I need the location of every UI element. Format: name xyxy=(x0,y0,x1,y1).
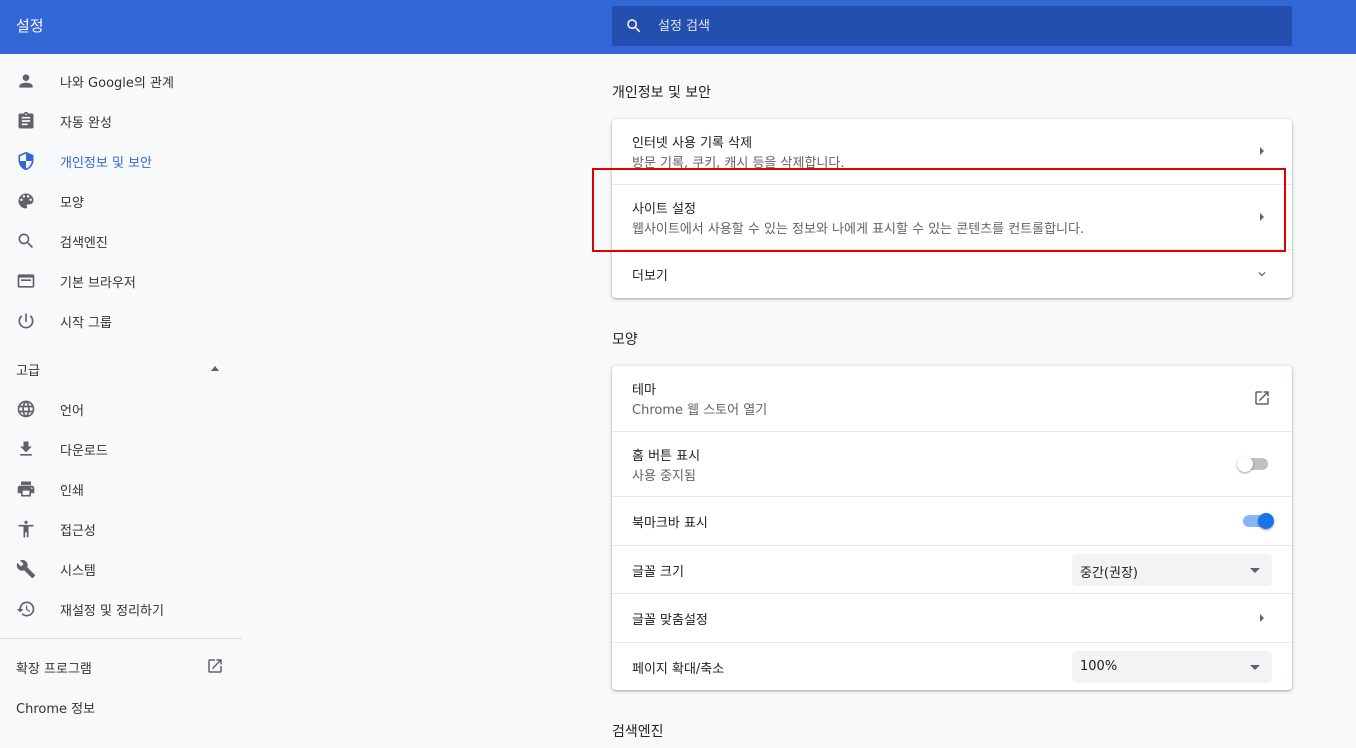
sidebar-item-label: 나와 Google의 관계 xyxy=(60,76,174,91)
open-in-new-icon[interactable] xyxy=(1253,389,1271,407)
row-subtitle: Chrome 웹 스토어 열기 xyxy=(632,403,768,418)
search-icon xyxy=(627,19,641,33)
sidebar-item-languages[interactable]: 언어 xyxy=(0,389,242,429)
font-size-select[interactable]: 중간(권장) xyxy=(1072,554,1272,586)
sidebar-item-search-engine[interactable]: 검색엔진 xyxy=(0,221,242,261)
sidebar-item-label: 시작 그룹 xyxy=(60,316,112,331)
dropdown-arrow-icon xyxy=(1250,568,1260,573)
advanced-label: 고급 xyxy=(16,364,40,379)
bookmarks-bar-row: 북마크바 표시 xyxy=(612,496,1292,545)
toggle-knob xyxy=(1237,456,1253,472)
sidebar-item-privacy[interactable]: 개인정보 및 보안 xyxy=(0,141,242,181)
bookmarks-bar-toggle[interactable] xyxy=(1240,511,1274,531)
sidebar-item-you-and-google[interactable]: 나와 Google의 관계 xyxy=(0,61,242,101)
arrow-right-icon xyxy=(1260,147,1264,155)
caret-up-icon xyxy=(211,366,219,371)
sidebar-item-label: 시스템 xyxy=(60,564,96,579)
row-title: 페이지 확대/축소 xyxy=(632,662,725,677)
sidebar-item-accessibility[interactable]: 접근성 xyxy=(0,509,242,549)
toggle-knob xyxy=(1258,513,1274,529)
section-title-privacy: 개인정보 및 보안 xyxy=(612,85,712,101)
site-settings-row[interactable]: 사이트 설정 웹사이트에서 사용할 수 있는 정보와 나에게 표시할 수 있는 … xyxy=(612,184,1292,249)
about-chrome-link[interactable]: Chrome 정보 xyxy=(16,698,95,717)
sidebar-item-label: 개인정보 및 보안 xyxy=(60,156,152,171)
chevron-down-icon xyxy=(1258,272,1266,277)
sidebar-item-label: 모양 xyxy=(60,196,84,211)
sidebar-item-label: 재설정 및 정리하기 xyxy=(60,604,164,619)
advanced-toggle[interactable]: 고급 xyxy=(0,348,242,388)
arrow-right-icon xyxy=(1260,614,1264,622)
row-title: 북마크바 표시 xyxy=(632,516,708,531)
accessibility-icon xyxy=(18,520,34,538)
sidebar-item-on-startup[interactable]: 시작 그룹 xyxy=(0,301,242,341)
row-title: 더보기 xyxy=(632,269,668,284)
restore-icon xyxy=(16,601,35,617)
palette-icon xyxy=(18,193,34,209)
open-in-new-icon xyxy=(208,659,222,673)
sidebar-item-downloads[interactable]: 다운로드 xyxy=(0,429,242,469)
row-title: 글꼴 맞춤설정 xyxy=(632,613,708,628)
row-title: 인터넷 사용 기록 삭제 xyxy=(632,136,753,151)
sidebar: 나와 Google의 관계 자동 완성 개인정보 및 보안 모양 검색엔진 기본… xyxy=(0,54,242,748)
row-subtitle: 웹사이트에서 사용할 수 있는 정보와 나에게 표시할 수 있는 콘텐츠를 컨트… xyxy=(632,222,1085,237)
sidebar-item-label: 접근성 xyxy=(60,524,96,539)
shield-icon xyxy=(18,151,34,171)
arrow-right-icon xyxy=(1260,213,1264,221)
home-button-toggle[interactable] xyxy=(1237,454,1271,474)
printer-icon xyxy=(17,481,35,497)
row-title: 사이트 설정 xyxy=(632,202,696,217)
sidebar-item-autofill[interactable]: 자동 완성 xyxy=(0,101,242,141)
sidebar-item-label: 다운로드 xyxy=(60,444,108,459)
select-value: 중간(권장) xyxy=(1080,566,1138,581)
page-zoom-select[interactable]: 100% xyxy=(1072,651,1272,683)
page-zoom-row: 페이지 확대/축소 100% xyxy=(612,642,1292,690)
sidebar-item-label: 인쇄 xyxy=(60,484,84,499)
customize-fonts-row[interactable]: 글꼴 맞춤설정 xyxy=(612,593,1292,642)
sidebar-divider xyxy=(0,638,242,639)
appearance-card: 테마 Chrome 웹 스토어 열기 홈 버튼 표시 사용 중지됨 북마크바 표… xyxy=(612,366,1292,690)
sidebar-item-label: 기본 브라우저 xyxy=(60,276,136,291)
row-subtitle: 사용 중지됨 xyxy=(632,469,696,484)
row-subtitle: 방문 기록, 쿠키, 캐시 등을 삭제합니다. xyxy=(632,156,845,171)
browser-window-icon xyxy=(17,274,35,288)
clipboard-icon xyxy=(18,111,34,129)
search-icon xyxy=(18,233,34,249)
row-title: 글꼴 크기 xyxy=(632,565,684,580)
dropdown-arrow-icon xyxy=(1250,665,1260,670)
font-size-row: 글꼴 크기 중간(권장) xyxy=(612,545,1292,593)
row-title: 홈 버튼 표시 xyxy=(632,449,701,464)
clear-browsing-data-row[interactable]: 인터넷 사용 기록 삭제 방문 기록, 쿠키, 캐시 등을 삭제합니다. xyxy=(612,119,1292,184)
home-button-row: 홈 버튼 표시 사용 중지됨 xyxy=(612,431,1292,496)
download-icon xyxy=(20,441,32,456)
sidebar-item-label: 언어 xyxy=(60,404,84,419)
page-title: 설정 xyxy=(16,17,44,35)
more-row[interactable]: 더보기 xyxy=(612,249,1292,298)
sidebar-item-reset[interactable]: 재설정 및 정리하기 xyxy=(0,589,242,629)
section-title-appearance: 모양 xyxy=(612,332,638,348)
privacy-card: 인터넷 사용 기록 삭제 방문 기록, 쿠키, 캐시 등을 삭제합니다. 사이트… xyxy=(612,119,1292,298)
row-title: 테마 xyxy=(632,383,656,398)
sidebar-item-label: 검색엔진 xyxy=(60,236,108,251)
person-icon xyxy=(19,74,33,88)
sidebar-item-appearance[interactable]: 모양 xyxy=(0,181,242,221)
extensions-label: 확장 프로그램 xyxy=(16,662,92,677)
theme-row[interactable]: 테마 Chrome 웹 스토어 열기 xyxy=(612,366,1292,431)
extensions-link[interactable]: 확장 프로그램 xyxy=(0,648,242,684)
section-title-search-engine: 검색엔진 xyxy=(612,724,664,740)
select-value: 100% xyxy=(1080,659,1118,674)
sidebar-item-default-browser[interactable]: 기본 브라우저 xyxy=(0,261,242,301)
wrench-icon xyxy=(16,559,36,579)
search-box[interactable] xyxy=(612,6,1292,46)
sidebar-item-system[interactable]: 시스템 xyxy=(0,549,242,589)
sidebar-item-printing[interactable]: 인쇄 xyxy=(0,469,242,509)
sidebar-item-label: 자동 완성 xyxy=(60,116,112,131)
search-input[interactable] xyxy=(658,6,1258,46)
power-icon xyxy=(18,313,34,329)
globe-icon xyxy=(17,400,35,418)
top-bar: 설정 xyxy=(0,0,1356,54)
